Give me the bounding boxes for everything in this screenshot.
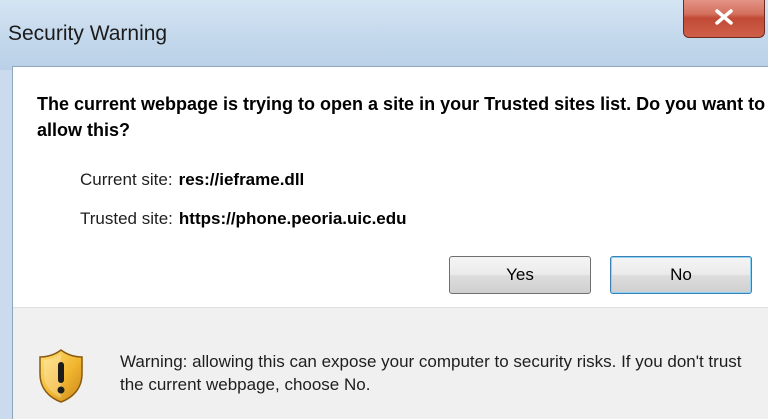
security-warning-dialog: Security Warning The current webpage is … <box>0 0 768 419</box>
current-site-row: Current site: res://ieframe.dll <box>80 170 304 190</box>
yes-button[interactable]: Yes <box>449 256 591 294</box>
dialog-heading: The current webpage is trying to open a … <box>37 94 766 140</box>
trusted-site-label: Trusted site: <box>80 209 173 228</box>
dialog-content: The current webpage is trying to open a … <box>12 66 768 419</box>
trusted-site-value: https://phone.peoria.uic.edu <box>178 209 407 228</box>
title-bar[interactable]: Security Warning <box>0 0 768 70</box>
current-site-value: res://ieframe.dll <box>178 170 305 189</box>
no-button[interactable]: No <box>610 256 752 294</box>
close-x-icon <box>715 9 733 25</box>
close-button[interactable] <box>683 0 765 38</box>
warning-message: Warning: allowing this can expose your c… <box>120 352 742 394</box>
dialog-title: Security Warning <box>8 22 168 45</box>
warning-footer: Warning: allowing this can expose your c… <box>13 307 768 419</box>
current-site-label: Current site: <box>80 170 173 189</box>
warning-shield-icon <box>39 349 83 403</box>
trusted-site-row: Trusted site: https://phone.peoria.uic.ed… <box>80 209 407 229</box>
